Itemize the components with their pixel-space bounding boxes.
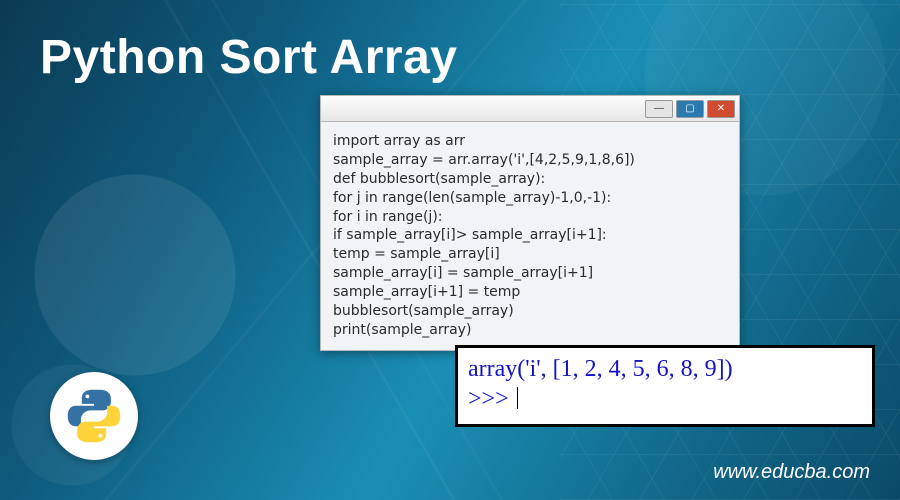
code-line: import array as arr xyxy=(333,132,727,151)
maximize-button[interactable]: ▢ xyxy=(676,100,704,118)
code-line: bubblesort(sample_array) xyxy=(333,302,727,321)
window-titlebar: — ▢ ✕ xyxy=(320,95,740,121)
output-prompt-line: >>> xyxy=(468,384,862,414)
code-line: for j in range(len(sample_array)-1,0,-1)… xyxy=(333,189,727,208)
output-console: array('i', [1, 2, 4, 5, 6, 8, 9]) >>> xyxy=(455,345,875,427)
code-line: print(sample_array) xyxy=(333,321,727,340)
code-line: def bubblesort(sample_array): xyxy=(333,170,727,189)
close-button[interactable]: ✕ xyxy=(707,100,735,118)
text-cursor xyxy=(517,387,518,409)
code-line: if sample_array[i]> sample_array[i+1]: xyxy=(333,226,727,245)
python-logo-badge xyxy=(50,372,138,460)
page-title: Python Sort Array xyxy=(40,30,457,85)
code-line: sample_array[i] = sample_array[i+1] xyxy=(333,264,727,283)
output-line: array('i', [1, 2, 4, 5, 6, 8, 9]) xyxy=(468,354,862,384)
code-window: — ▢ ✕ import array as arr sample_array =… xyxy=(320,95,740,351)
code-line: sample_array = arr.array('i',[4,2,5,9,1,… xyxy=(333,151,727,170)
code-line: for i in range(j): xyxy=(333,208,727,227)
repl-prompt: >>> xyxy=(468,386,515,412)
code-line: sample_array[i+1] = temp xyxy=(333,283,727,302)
site-url: www.educba.com xyxy=(713,461,870,484)
minimize-button[interactable]: — xyxy=(645,100,673,118)
code-line: temp = sample_array[i] xyxy=(333,245,727,264)
code-body: import array as arr sample_array = arr.a… xyxy=(320,121,740,351)
python-logo-icon xyxy=(64,386,124,446)
